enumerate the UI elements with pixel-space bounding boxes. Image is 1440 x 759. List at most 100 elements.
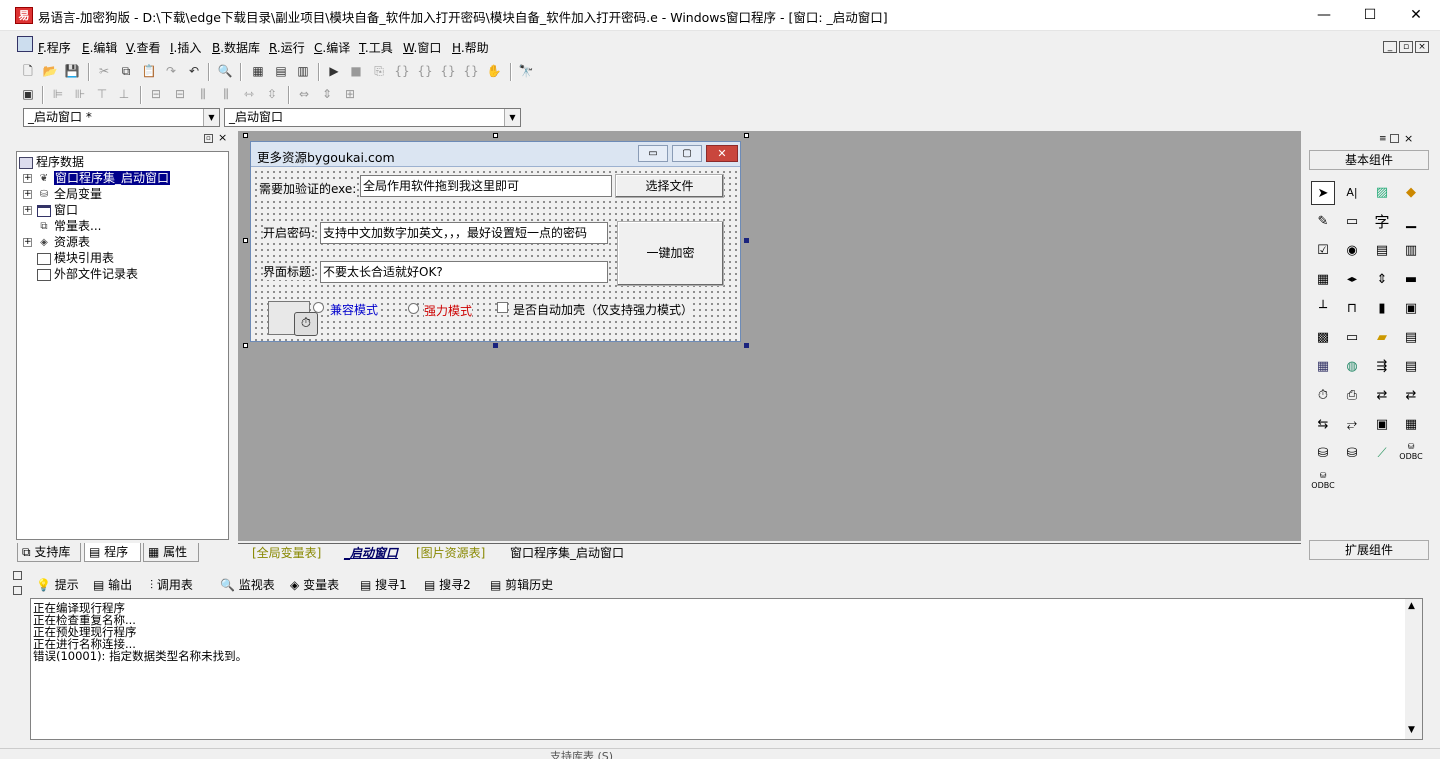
tree-item-globals[interactable]: ⛁ 全局变量 [37, 186, 102, 202]
save-icon[interactable]: 💾 [62, 62, 82, 81]
button-component-icon[interactable]: ▁ [1399, 210, 1423, 234]
align-top-icon[interactable]: ⊤ [92, 85, 112, 104]
animation-component-icon[interactable]: ▮ [1370, 297, 1394, 321]
calendar-component-icon[interactable]: ▣ [1399, 297, 1423, 321]
step-into-icon[interactable]: {} [392, 62, 412, 81]
resize-handle[interactable] [243, 343, 248, 348]
auto-shell-label[interactable]: 是否自动加壳（仅支持强力模式） [513, 301, 694, 318]
tab-variables[interactable]: ◈ 变量表 [290, 576, 339, 593]
mdi-close-button[interactable]: × [1415, 41, 1429, 53]
network-component-icon[interactable]: ◍ [1340, 355, 1364, 379]
encrypt-button[interactable]: 一键加密 [617, 221, 724, 286]
layout1-icon[interactable]: ▦ [248, 62, 268, 81]
panel-restore-icon[interactable] [1390, 134, 1399, 143]
menu-compile[interactable]: C.编译 [314, 39, 350, 56]
grid-component-icon[interactable]: ▩ [1311, 326, 1335, 350]
groupbox-component-icon[interactable]: ▭ [1340, 210, 1364, 234]
tab-call-stack[interactable]: ⫶ 调用表 [150, 576, 193, 593]
edit-component-icon[interactable]: ✎ [1311, 210, 1335, 234]
tab-image-resources[interactable]: [图片资源表] [416, 544, 485, 562]
menu-database[interactable]: B.数据库 [212, 39, 260, 56]
data-source-component-icon[interactable]: ⛁ [1311, 442, 1335, 466]
tab-output[interactable]: ▤ 输出 [93, 576, 132, 593]
compat-mode-radio-label[interactable]: 兼容模式 [330, 301, 379, 318]
panel-close-icon[interactable]: × [218, 132, 227, 143]
minimize-button[interactable]: — [1301, 0, 1347, 31]
image-list-component-icon[interactable]: ▦ [1399, 413, 1423, 437]
paste-icon[interactable]: 📋 [139, 62, 159, 81]
tab-search2[interactable]: ▤ 搜寻2 [424, 576, 471, 593]
checklist-component-icon[interactable]: ▦ [1311, 268, 1335, 292]
resize-handle[interactable] [744, 343, 749, 348]
port-component-icon[interactable]: ⇆ [1311, 413, 1335, 437]
step-over-icon[interactable]: {} [415, 62, 435, 81]
resize-handle[interactable] [243, 238, 248, 243]
text-component-icon[interactable]: 字 [1370, 210, 1394, 234]
tab-component-icon[interactable]: ⊓ [1340, 297, 1364, 321]
open-folder-icon[interactable]: 📂 [40, 62, 60, 81]
listbox-component-icon[interactable]: ▥ [1399, 239, 1423, 263]
panel-component-icon[interactable]: ▭ [1340, 326, 1364, 350]
title-input[interactable]: 不要太长合适就好OK? [320, 261, 608, 283]
panel-close-icon[interactable]: × [1404, 132, 1413, 145]
tab-hints[interactable]: 💡 提示 [36, 576, 79, 593]
chevron-down-icon[interactable]: ▼ [203, 109, 219, 126]
tab-global-variables[interactable]: [全局变量表] [252, 544, 321, 562]
basic-components-header[interactable]: 基本组件 [1309, 150, 1429, 170]
tab-program[interactable]: ▤ 程序 [84, 543, 141, 562]
radio-compat-circle[interactable] [313, 302, 324, 313]
server-component-icon[interactable]: ⇄ [1370, 384, 1394, 408]
tree-item-class[interactable]: ❦ 窗口程序集_启动窗口 [37, 170, 171, 186]
menu-view[interactable]: V.查看 [126, 39, 161, 56]
menu-insert[interactable]: I.插入 [170, 39, 201, 56]
client-component-icon[interactable]: ⇄ [1399, 384, 1423, 408]
same-width-icon[interactable]: ⇿ [239, 85, 259, 104]
panel-restore-icon[interactable] [13, 571, 22, 580]
pointer-icon[interactable]: ➤ [1311, 181, 1335, 205]
expand-icon[interactable]: + [23, 190, 32, 199]
hscroll-component-icon[interactable]: ◂▸ [1340, 268, 1364, 292]
redo-icon[interactable]: ↷ [161, 62, 181, 81]
slider-component-icon[interactable]: ┴ [1311, 297, 1335, 321]
panel-menu-icon[interactable]: ≡ [1379, 134, 1387, 144]
step-out-icon[interactable]: {} [438, 62, 458, 81]
mdi-minimize-button[interactable]: _ [1383, 41, 1397, 53]
fit-height-icon[interactable]: ⇕ [317, 85, 337, 104]
space-h-icon[interactable]: ⫼ [193, 85, 213, 104]
odbc-db-component-icon[interactable]: ⛁ ODBC [1399, 442, 1423, 466]
scroll-down-icon[interactable]: ▼ [1408, 725, 1415, 735]
chart-component-icon[interactable]: ⟋ [1370, 442, 1394, 466]
menu-run[interactable]: R.运行 [269, 39, 305, 56]
auto-shell-checkbox[interactable] [497, 302, 508, 313]
resize-handle[interactable] [493, 343, 498, 348]
align-left-icon[interactable]: ⊫ [48, 85, 68, 104]
run-icon[interactable]: ▶ [324, 62, 344, 81]
tab-watch[interactable]: 🔍 监视表 [220, 576, 275, 593]
center-h-icon[interactable]: ⊟ [146, 85, 166, 104]
layout2-icon[interactable]: ▤ [271, 62, 291, 81]
copy-icon[interactable]: ⧉ [116, 62, 136, 81]
picture-component-icon[interactable]: ▨ [1370, 181, 1394, 205]
layout3-icon[interactable]: ▥ [293, 62, 313, 81]
design-form[interactable]: 更多资源bygoukai.com ▭ ▢ ✕ 需要加验证的exe: 全局作用软件… [250, 141, 741, 342]
scroll-up-icon[interactable]: ▲ [1408, 601, 1415, 611]
menu-edit[interactable]: E.编辑 [82, 39, 117, 56]
richtext-component-icon[interactable]: ▤ [1399, 326, 1423, 350]
fit-width-icon[interactable]: ⇔ [294, 85, 314, 104]
mdi-restore-button[interactable]: ▫ [1399, 41, 1413, 53]
output-scrollbar[interactable]: ▲ ▼ [1405, 599, 1422, 739]
com-component-icon[interactable]: ⥂ [1340, 413, 1364, 437]
undo-icon[interactable]: ↶ [184, 62, 204, 81]
timer-icon[interactable]: ⏱ [294, 312, 318, 336]
close-button[interactable]: ✕ [1393, 0, 1439, 31]
tree-item-constants[interactable]: ⧉ 常量表... [37, 218, 101, 234]
panel-close-icon[interactable] [13, 586, 22, 595]
output-pane[interactable]: 正在编译现行程序 正在检查重复名称... 正在预处理现行程序 正在进行名称连接.… [30, 598, 1423, 740]
panel-restore-icon[interactable]: ▫ [204, 134, 213, 143]
hand-icon[interactable]: ✋ [484, 62, 504, 81]
run-to-cursor-icon[interactable]: {} [461, 62, 481, 81]
expand-icon[interactable]: + [23, 174, 32, 183]
fit-both-icon[interactable]: ⊞ [340, 85, 360, 104]
space-v-icon[interactable]: ⫼ [216, 85, 236, 104]
resize-handle[interactable] [243, 133, 248, 138]
